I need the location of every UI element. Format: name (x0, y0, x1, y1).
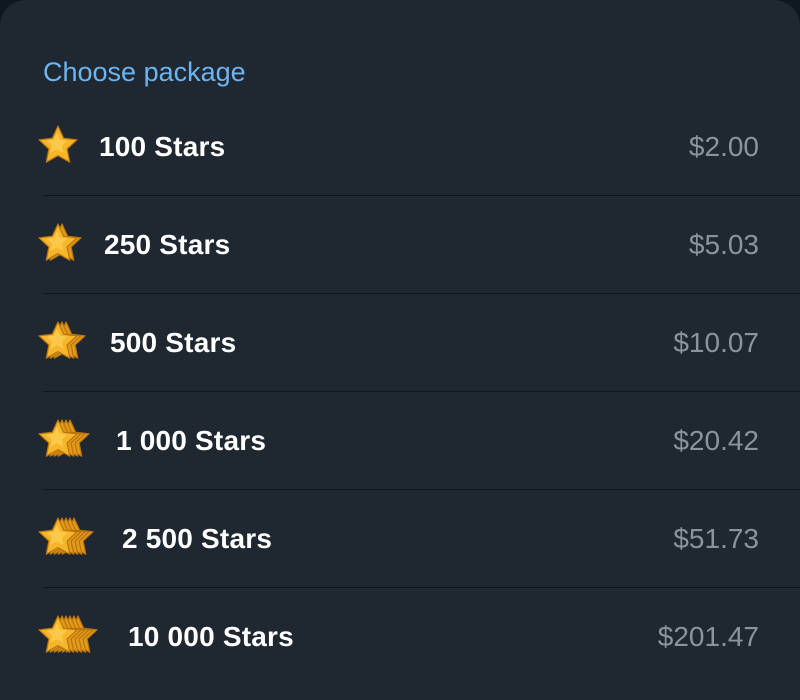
star-stack-1-icon (36, 122, 82, 172)
sheet-title: Choose package (43, 57, 246, 87)
package-sheet: Choose package 100 Stars $2.00 250 Stars… (0, 0, 800, 700)
star-stack-6-icon (36, 612, 102, 662)
star-stack-5-icon (36, 514, 98, 564)
star-stack-2-icon (36, 220, 86, 270)
package-price: $51.73 (673, 523, 759, 554)
package-label: 2 500 Stars (122, 523, 273, 554)
package-price: $201.47 (657, 621, 759, 652)
package-price: $20.42 (673, 425, 759, 456)
package-row-1000[interactable]: 1 000 Stars $20.42 (0, 392, 800, 490)
package-row-10000[interactable]: 10 000 Stars $201.47 (0, 588, 800, 686)
package-label: 500 Stars (110, 327, 237, 358)
package-row-500[interactable]: 500 Stars $10.07 (0, 294, 800, 392)
star-stack-3-icon (36, 318, 90, 368)
star-stack-4-icon (36, 416, 94, 466)
package-label: 1 000 Stars (116, 425, 267, 456)
package-label: 100 Stars (99, 131, 226, 162)
package-row-100[interactable]: 100 Stars $2.00 (0, 98, 800, 196)
package-label: 250 Stars (104, 229, 231, 260)
package-price: $2.00 (688, 131, 759, 162)
package-row-250[interactable]: 250 Stars $5.03 (0, 196, 800, 294)
package-label: 10 000 Stars (128, 621, 294, 652)
package-row-2500[interactable]: 2 500 Stars $51.73 (0, 490, 800, 588)
package-price: $10.07 (673, 327, 759, 358)
package-price: $5.03 (688, 229, 759, 260)
package-list: 100 Stars $2.00 250 Stars $5.03 500 Star… (0, 98, 800, 686)
